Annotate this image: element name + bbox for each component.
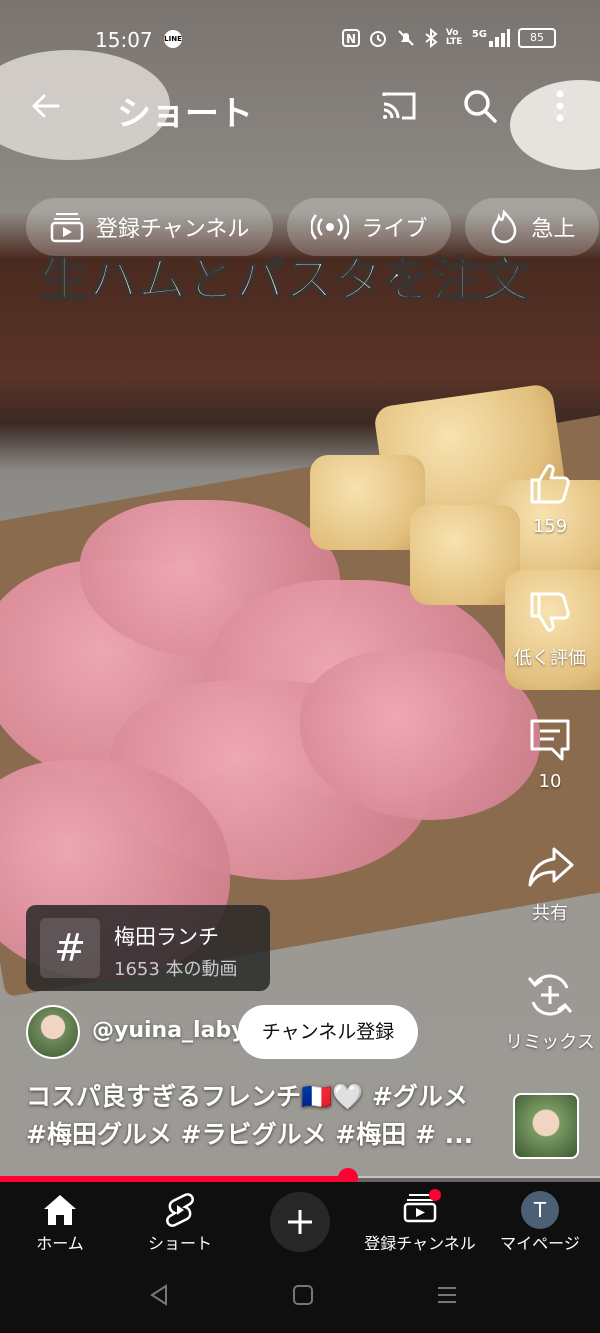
avatar-icon: T xyxy=(521,1191,559,1229)
chip-label: ライブ xyxy=(361,217,428,242)
nfc-icon: N xyxy=(341,29,360,47)
thumbs-down-icon xyxy=(530,592,570,632)
video-description[interactable]: コスパ良すぎるフレンチ🇫🇷🤍 #グルメ #梅田グルメ #ラビグルメ #梅田 # … xyxy=(26,1078,496,1154)
system-recents-icon[interactable] xyxy=(436,1284,458,1310)
new-content-badge xyxy=(429,1189,441,1201)
sound-thumbnail[interactable] xyxy=(513,1093,579,1159)
shorts-player-screen: 生ハムとパスタを注文 15:07 LINE N Vo LTE 5G 85 ショー… xyxy=(0,0,600,1333)
system-back-icon[interactable] xyxy=(148,1284,170,1310)
dislike-button[interactable]: 低く評価 xyxy=(500,588,600,670)
alarm-icon xyxy=(369,31,386,47)
comment-icon xyxy=(530,719,570,761)
hashtag-video-count: 1653 本の動画 xyxy=(114,959,238,980)
hashtag-name: 梅田ランチ xyxy=(114,925,219,949)
share-label: 共有 xyxy=(532,903,568,924)
remix-icon xyxy=(527,974,573,1016)
bluetooth-icon xyxy=(425,28,438,48)
chip-subscriptions[interactable]: 登録チャンネル xyxy=(26,198,274,256)
share-icon xyxy=(528,847,574,887)
like-button[interactable]: 159 xyxy=(500,460,600,537)
remix-label: リミックス xyxy=(505,1032,595,1053)
description-line: #梅田グルメ #ラビグルメ #梅田 # ... xyxy=(26,1120,474,1149)
nav-label: ショート xyxy=(147,1234,212,1253)
cast-icon[interactable] xyxy=(380,90,418,122)
status-time: 15:07 xyxy=(95,28,153,52)
chip-live[interactable]: ライブ xyxy=(287,198,452,256)
channel-avatar[interactable] xyxy=(26,1005,80,1059)
comment-count: 10 xyxy=(538,771,562,792)
nav-label: ホーム xyxy=(36,1234,84,1253)
nav-create-button[interactable] xyxy=(270,1192,330,1252)
live-icon xyxy=(311,214,350,240)
nav-shorts[interactable]: ショート xyxy=(120,1190,240,1254)
home-icon xyxy=(44,1195,76,1225)
channel-handle[interactable]: @yuina_laby xyxy=(92,1018,246,1043)
line-app-icon: LINE xyxy=(164,30,182,48)
battery-icon: 85 xyxy=(518,28,556,48)
volte-icon: Vo LTE xyxy=(445,28,463,47)
more-options-icon[interactable] xyxy=(548,86,572,126)
subscribe-button[interactable]: チャンネル登録 xyxy=(238,1005,418,1059)
dislike-label: 低く評価 xyxy=(514,648,586,669)
back-arrow-icon[interactable] xyxy=(28,88,64,124)
bottom-navigation: ホーム ショート 登録チャンネル T マイページ xyxy=(0,1182,600,1266)
like-count: 159 xyxy=(532,516,568,537)
share-button[interactable]: 共有 xyxy=(500,843,600,925)
chip-trending[interactable]: 急上 xyxy=(465,198,600,256)
top-app-bar: ショート xyxy=(0,80,600,134)
chip-label: 急上 xyxy=(531,217,576,242)
status-icons: N Vo LTE 5G 85 xyxy=(341,28,556,48)
bread-shape xyxy=(310,455,425,550)
system-home-icon[interactable] xyxy=(292,1284,314,1310)
nav-home[interactable]: ホーム xyxy=(0,1190,120,1254)
subscriptions-icon xyxy=(50,213,84,243)
thumbs-up-icon xyxy=(530,464,570,504)
comments-button[interactable]: 10 xyxy=(500,715,600,792)
chip-label: 登録チャンネル xyxy=(96,217,250,242)
shorts-icon xyxy=(166,1193,194,1227)
status-bar: 15:07 LINE N Vo LTE 5G 85 xyxy=(0,0,600,80)
nav-label: マイページ xyxy=(500,1234,580,1253)
description-line: コスパ良すぎるフレンチ🇫🇷🤍 #グルメ xyxy=(26,1082,468,1111)
5g-signal-icon: 5G xyxy=(472,29,510,47)
svg-text:N: N xyxy=(346,32,356,46)
hashtag-icon: # xyxy=(40,918,100,978)
hashtag-card[interactable]: # 梅田ランチ 1653 本の動画 xyxy=(26,905,270,991)
system-navigation-bar xyxy=(0,1266,600,1333)
nav-subscriptions[interactable]: 登録チャンネル xyxy=(360,1189,480,1254)
nav-my-page[interactable]: T マイページ xyxy=(480,1190,600,1254)
search-icon[interactable] xyxy=(462,88,498,124)
page-title: ショート xyxy=(117,94,253,134)
feed-filter-chips: 登録チャンネル ライブ 急上 xyxy=(26,198,600,256)
mute-icon xyxy=(398,30,414,46)
create-icon xyxy=(288,1210,312,1234)
trending-icon xyxy=(492,210,517,244)
nav-label: 登録チャンネル xyxy=(364,1234,476,1253)
remix-button[interactable]: リミックス xyxy=(500,970,600,1054)
